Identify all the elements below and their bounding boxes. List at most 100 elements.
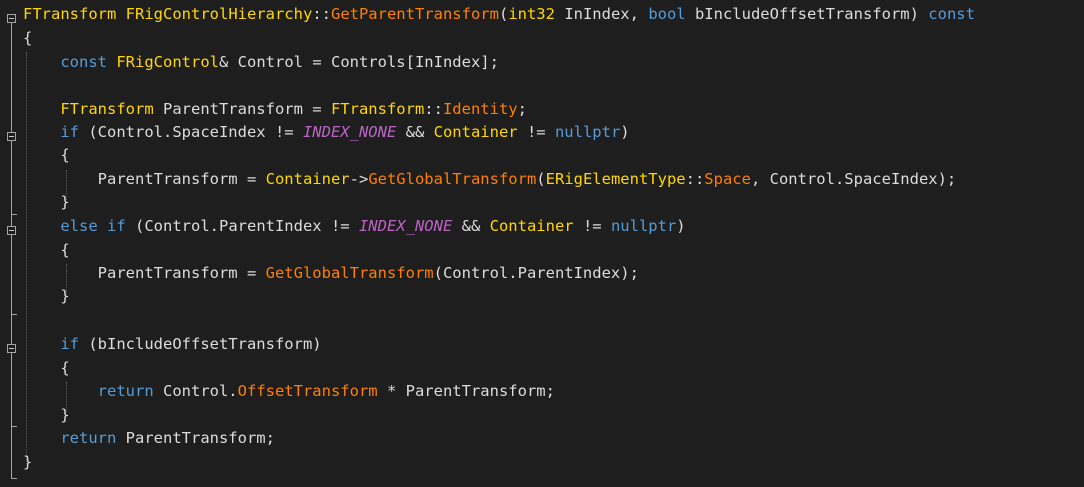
code-token: FTransform <box>60 100 154 118</box>
code-token: Container <box>489 217 574 235</box>
code-token: * ParentTransform; <box>377 382 555 400</box>
code-token: GetParentTransform <box>330 5 499 23</box>
code-token: Control. <box>153 382 238 400</box>
code-token: ERigElementType <box>545 170 686 188</box>
code-line[interactable]: FTransform ParentTransform = FTransform:… <box>23 98 527 121</box>
fold-line-function <box>11 23 12 478</box>
code-token: (Control.ParentIndex != <box>125 217 359 235</box>
code-token: Space <box>704 170 751 188</box>
collapse-if-offset-icon[interactable] <box>7 344 16 353</box>
code-token: int32 <box>508 5 555 23</box>
code-line[interactable]: { <box>23 239 70 262</box>
fold-end-if-offset <box>11 426 17 427</box>
code-token: :: <box>312 5 331 23</box>
code-line[interactable]: return Control.OffsetTransform * ParentT… <box>23 380 555 403</box>
code-token: ParentTransform = <box>23 264 266 282</box>
code-token: nullptr <box>610 217 677 235</box>
code-line[interactable]: } <box>23 451 32 474</box>
code-line[interactable]: else if (Control.ParentIndex != INDEX_NO… <box>23 215 686 238</box>
code-line[interactable]: } <box>23 285 70 308</box>
code-token: } <box>23 453 33 471</box>
code-token: if <box>60 335 79 353</box>
code-line[interactable]: } <box>23 191 70 214</box>
code-token: { <box>23 146 70 164</box>
code-token: ParentTransform; <box>116 429 275 447</box>
code-token: Identity <box>442 100 518 118</box>
code-token: bIncludeOffsetTransform) <box>685 5 929 23</box>
code-token: } <box>23 287 70 305</box>
code-token: if <box>60 123 79 141</box>
code-token: != <box>573 217 611 235</box>
code-token: const <box>60 53 107 71</box>
code-editor[interactable]: FTransform FRigControlHierarchy::GetPare… <box>0 0 1084 487</box>
code-token: (Control.ParentIndex); <box>433 264 639 282</box>
code-line[interactable]: if (Control.SpaceIndex != INDEX_NONE && … <box>23 121 630 144</box>
code-token: return <box>60 429 117 447</box>
code-token: bool <box>648 5 686 23</box>
fold-gutter <box>0 0 22 487</box>
code-token: } <box>23 193 70 211</box>
code-token: , Control.SpaceIndex); <box>750 170 957 188</box>
collapse-else-if-icon[interactable] <box>7 226 16 235</box>
code-line[interactable]: { <box>23 144 70 167</box>
code-token: Container <box>265 170 350 188</box>
fold-end-function <box>11 478 17 479</box>
code-token: FRigControl <box>116 53 219 71</box>
code-line[interactable]: const FRigControl& Control = Controls[In… <box>23 51 499 74</box>
code-token: (Control.SpaceIndex != <box>79 123 303 141</box>
code-line[interactable]: { <box>23 27 32 50</box>
code-token: nullptr <box>554 123 621 141</box>
code-token: if <box>107 217 126 235</box>
collapse-function-icon[interactable] <box>7 14 16 23</box>
code-token: FRigControlHierarchy <box>125 5 313 23</box>
code-token: GetGlobalTransform <box>265 264 434 282</box>
code-token: GetGlobalTransform <box>368 170 537 188</box>
code-line[interactable]: return ParentTransform; <box>23 427 275 450</box>
code-token: ParentTransform = <box>23 170 266 188</box>
code-token: FTransform <box>23 5 117 23</box>
code-line[interactable]: FTransform FRigControlHierarchy::GetPare… <box>23 3 975 26</box>
code-token: OffsetTransform <box>237 382 378 400</box>
code-token: :: <box>424 100 443 118</box>
code-line[interactable]: if (bIncludeOffsetTransform) <box>23 333 322 356</box>
code-token: return <box>97 382 154 400</box>
code-token: INDEX_NONE <box>358 217 453 235</box>
collapse-if-space-icon[interactable] <box>7 132 16 141</box>
fold-end-if-space <box>11 214 17 215</box>
code-token: ( <box>536 170 546 188</box>
code-token: } <box>23 406 70 424</box>
code-token: & Control = Controls[InIndex]; <box>219 53 499 71</box>
code-token: != <box>517 123 555 141</box>
code-token: { <box>23 29 33 47</box>
code-token: { <box>23 241 70 259</box>
code-token: -> <box>349 170 369 188</box>
code-token: ) <box>620 123 630 141</box>
code-token: :: <box>685 170 705 188</box>
fold-end-else-if <box>11 314 17 315</box>
code-token: ) <box>676 217 686 235</box>
code-line[interactable]: ParentTransform = GetGlobalTransform(Con… <box>23 262 639 285</box>
code-line[interactable]: ParentTransform = Container->GetGlobalTr… <box>23 168 957 191</box>
code-token: FTransform <box>330 100 425 118</box>
code-line[interactable]: } <box>23 404 70 427</box>
code-line[interactable]: { <box>23 357 70 380</box>
code-token: { <box>23 359 70 377</box>
code-token: ( <box>498 5 509 23</box>
code-token: (bIncludeOffsetTransform) <box>79 335 322 353</box>
code-token: && <box>452 217 490 235</box>
code-token: const <box>928 5 975 23</box>
code-token: InIndex, <box>554 5 649 23</box>
code-token: else <box>60 217 98 235</box>
code-token: ParentTransform = <box>153 100 331 118</box>
code-token: INDEX_NONE <box>302 123 397 141</box>
